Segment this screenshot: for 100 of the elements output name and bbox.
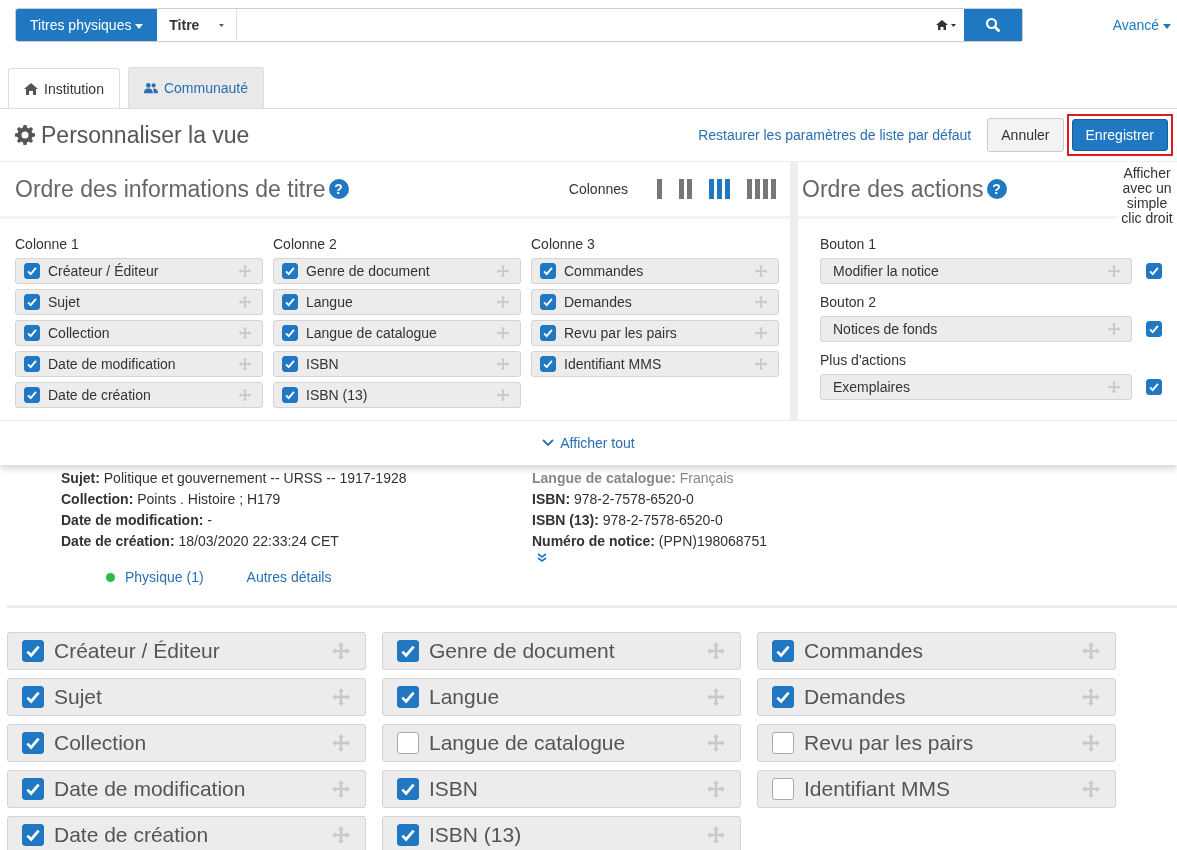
column-layout-icon[interactable] <box>656 179 664 199</box>
field-item[interactable]: Langue <box>382 678 741 716</box>
field-item[interactable]: Demandes <box>531 289 779 315</box>
checkbox[interactable] <box>772 686 794 708</box>
checkbox[interactable] <box>772 732 794 754</box>
checkbox[interactable] <box>540 356 556 372</box>
field-label: Langue de catalogue <box>429 731 627 755</box>
column-layout-icon[interactable] <box>678 179 694 199</box>
checkbox[interactable] <box>772 640 794 662</box>
field-item[interactable]: Langue de catalogue <box>273 320 521 346</box>
field-label: Langue <box>429 685 501 709</box>
field-item[interactable]: Créateur / Éditeur <box>15 258 263 284</box>
column-layout-icon[interactable] <box>746 179 778 199</box>
availability-link[interactable]: Physique (1) <box>125 569 204 585</box>
field-item[interactable]: ISBN (13) <box>273 382 521 408</box>
field-label: Langue <box>306 294 354 310</box>
field-item[interactable]: Date de modification <box>15 351 263 377</box>
field-item[interactable]: Identifiant MMS <box>757 770 1116 808</box>
checkbox[interactable] <box>22 778 44 800</box>
field-item[interactable]: Commandes <box>531 258 779 284</box>
expand-icon[interactable] <box>537 553 547 563</box>
help-button[interactable]: ? <box>328 179 349 199</box>
show-all-link[interactable]: Afficher tout <box>542 435 635 451</box>
field-item[interactable]: ISBN <box>382 770 741 808</box>
record-field: Date de modification: - <box>61 511 532 529</box>
field-item[interactable]: Collection <box>7 724 366 762</box>
checkbox[interactable] <box>540 325 556 341</box>
checkbox[interactable] <box>22 732 44 754</box>
field-item[interactable]: Revu par les pairs <box>531 320 779 346</box>
field-label: ISBN <box>429 777 479 801</box>
section-title: Ordre des actions <box>802 175 984 203</box>
field-item[interactable]: Revu par les pairs <box>757 724 1116 762</box>
cancel-button[interactable]: Annuler <box>987 118 1064 152</box>
checkbox[interactable] <box>22 640 44 662</box>
field-label: Date de création <box>48 387 152 403</box>
advanced-search-link[interactable]: Avancé <box>1112 17 1171 33</box>
home-dropdown-icon[interactable] <box>936 19 958 31</box>
field-item[interactable]: Date de création <box>7 816 366 850</box>
checkbox[interactable] <box>397 824 419 846</box>
checkbox[interactable] <box>397 640 419 662</box>
column-label: Colonne 1 <box>15 236 80 252</box>
checkbox[interactable] <box>1146 321 1162 337</box>
field-label: Date de création <box>54 823 210 847</box>
column-layout-icon[interactable] <box>708 179 732 199</box>
checkbox[interactable] <box>1146 379 1162 395</box>
field-label: Revu par les pairs <box>564 325 678 341</box>
checkbox[interactable] <box>282 356 298 372</box>
checkbox[interactable] <box>24 356 40 372</box>
checkbox[interactable] <box>282 263 298 279</box>
action-item[interactable]: Modifier la notice <box>820 258 1132 284</box>
checkbox[interactable] <box>397 778 419 800</box>
checkbox[interactable] <box>772 778 794 800</box>
checkbox[interactable] <box>282 387 298 403</box>
field-item[interactable]: Identifiant MMS <box>531 351 779 377</box>
checkbox[interactable] <box>540 263 556 279</box>
checkbox[interactable] <box>1146 263 1162 279</box>
checkbox[interactable] <box>24 387 40 403</box>
section-title: Ordre des informations de titre <box>15 175 326 203</box>
field-item[interactable]: Genre de document <box>273 258 521 284</box>
field-item[interactable]: ISBN (13) <box>382 816 741 850</box>
action-group-label: Bouton 1 <box>820 236 878 252</box>
tab[interactable]: Communauté <box>127 67 264 108</box>
field-item[interactable]: ISBN <box>273 351 521 377</box>
checkbox[interactable] <box>397 732 419 754</box>
caret-icon <box>135 23 144 29</box>
checkbox[interactable] <box>397 686 419 708</box>
field-item[interactable]: Sujet <box>7 678 366 716</box>
field-item[interactable]: Genre de document <box>382 632 741 670</box>
field-label: Sujet <box>54 685 103 709</box>
checkbox[interactable] <box>24 263 40 279</box>
field-label: Collection <box>54 731 148 755</box>
field-item[interactable]: Date de création <box>15 382 263 408</box>
help-button[interactable]: ? <box>986 179 1007 199</box>
scope-dropdown[interactable]: Titres physiques <box>16 9 158 41</box>
search-bar[interactable]: Titres physiques Titre <box>15 8 1023 42</box>
action-item[interactable]: Notices de fonds <box>820 316 1132 342</box>
field-item[interactable]: Commandes <box>757 632 1116 670</box>
field-label: Genre de document <box>429 639 616 663</box>
field-item[interactable]: Demandes <box>757 678 1116 716</box>
checkbox[interactable] <box>24 294 40 310</box>
details-link[interactable]: Autres détails <box>246 569 332 585</box>
restore-defaults-link[interactable]: Restaurer les paramètres de liste par défaut <box>698 127 972 143</box>
field-item[interactable]: Langue <box>273 289 521 315</box>
field-item[interactable]: Collection <box>15 320 263 346</box>
caret-icon <box>219 22 225 28</box>
checkbox[interactable] <box>22 824 44 846</box>
field-item[interactable]: Créateur / Éditeur <box>7 632 366 670</box>
checkbox[interactable] <box>24 325 40 341</box>
checkbox[interactable] <box>22 686 44 708</box>
search-button[interactable] <box>964 9 1022 41</box>
field-item[interactable]: Sujet <box>15 289 263 315</box>
tab[interactable]: Institution <box>8 68 120 109</box>
save-button[interactable]: Enregistrer <box>1071 119 1168 151</box>
checkbox[interactable] <box>282 325 298 341</box>
field-item[interactable]: Langue de catalogue <box>382 724 741 762</box>
checkbox[interactable] <box>282 294 298 310</box>
field-item[interactable]: Date de modification <box>7 770 366 808</box>
checkbox[interactable] <box>540 294 556 310</box>
record-field: ISBN: 978-2-7578-6520-0 <box>532 490 1003 508</box>
action-item[interactable]: Exemplaires <box>820 374 1132 400</box>
